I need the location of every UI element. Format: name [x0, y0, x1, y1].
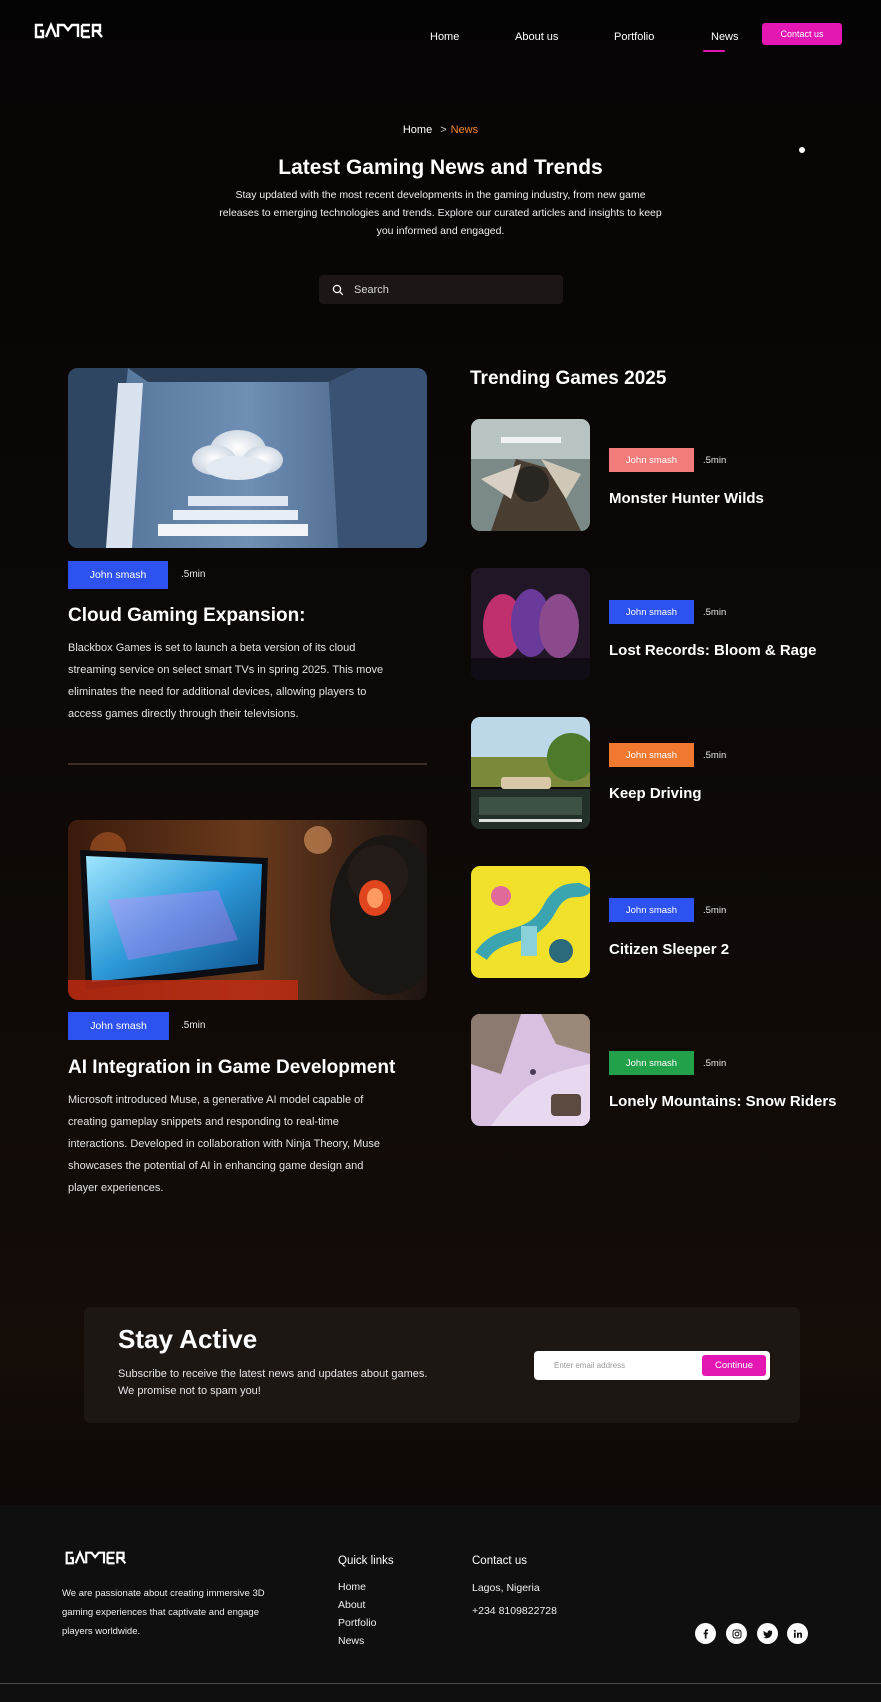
search-input[interactable] [354, 275, 554, 304]
author-badge[interactable]: John smash [609, 1051, 694, 1075]
trending-game-name[interactable]: Monster Hunter Wilds [609, 490, 764, 507]
newsletter-description: Subscribe to receive the latest news and… [118, 1366, 478, 1400]
facebook-icon[interactable] [695, 1623, 716, 1644]
trending-game-name[interactable]: Keep Driving [609, 785, 702, 802]
newsletter-line-1: Subscribe to receive the latest news and… [118, 1368, 428, 1380]
keep-driving-thumbnail[interactable] [471, 717, 590, 829]
decorative-dot [799, 147, 805, 153]
lost-records-thumbnail[interactable] [471, 568, 590, 680]
nav-portfolio[interactable]: Portfolio [614, 31, 654, 43]
read-time: .5min [703, 455, 727, 466]
contact-location: Lagos, Nigeria [472, 1582, 540, 1594]
active-nav-indicator [703, 50, 725, 52]
footer-link-news[interactable]: News [338, 1635, 364, 1647]
page-description: Stay updated with the most recent develo… [219, 189, 662, 237]
linkedin-icon[interactable] [787, 1623, 808, 1644]
trending-title: Trending Games 2025 [470, 368, 667, 389]
continue-button[interactable]: Continue [702, 1355, 766, 1376]
monster-hunter-thumbnail[interactable] [471, 419, 590, 531]
read-time: .5min [703, 607, 727, 618]
search-icon [332, 284, 344, 296]
read-time: .5min [703, 750, 727, 761]
read-time: .5min [703, 1058, 727, 1069]
citizen-sleeper-thumbnail[interactable] [471, 866, 590, 978]
twitter-icon[interactable] [757, 1623, 778, 1644]
newsletter-form: Continue [534, 1351, 770, 1380]
article-body: Microsoft introduced Muse, a generative … [68, 1094, 381, 1194]
footer-about: We are passionate about creating immersi… [62, 1588, 265, 1637]
search-bar[interactable] [319, 275, 563, 304]
contact-phone[interactable]: +234 8109822728 [472, 1605, 557, 1617]
lonely-mountains-thumbnail[interactable] [471, 1014, 590, 1126]
trending-game-name[interactable]: Lost Records: Bloom & Rage [609, 642, 817, 659]
read-time: .5min [181, 569, 206, 580]
contact-us-button[interactable]: Contact us [762, 23, 842, 45]
ai-gaming-image[interactable] [68, 820, 427, 1000]
footer-link-home[interactable]: Home [338, 1581, 366, 1593]
footer-bottom-line [0, 1683, 881, 1684]
trending-game-name[interactable]: Citizen Sleeper 2 [609, 941, 729, 958]
author-badge[interactable]: John smash [68, 1012, 169, 1040]
cloud-gaming-image[interactable] [68, 368, 427, 548]
article-body: Blackbox Games is set to launch a beta v… [68, 642, 384, 720]
breadcrumb: Home > News [0, 124, 881, 136]
newsletter-title: Stay Active [118, 1324, 258, 1354]
footer-link-about[interactable]: About [338, 1599, 365, 1611]
page: Home About us Portfolio News Contact us … [0, 0, 881, 1702]
nav-about-us[interactable]: About us [515, 31, 558, 43]
article-title[interactable]: Cloud Gaming Expansion: [68, 605, 306, 627]
author-badge[interactable]: John smash [609, 600, 694, 624]
author-badge[interactable]: John smash [68, 561, 168, 589]
contact-title: Contact us [472, 1555, 527, 1567]
author-badge[interactable]: John smash [609, 448, 694, 472]
email-field[interactable] [554, 1351, 694, 1380]
newsletter-line-2: We promise not to spam you! [118, 1385, 261, 1397]
quick-links-title: Quick links [338, 1555, 394, 1567]
article-title[interactable]: AI Integration in Game Development [68, 1057, 395, 1079]
instagram-icon[interactable] [726, 1623, 747, 1644]
nav-home[interactable]: Home [430, 31, 459, 43]
breadcrumb-separator: > [440, 124, 447, 136]
footer-link-portfolio[interactable]: Portfolio [338, 1617, 377, 1629]
read-time: .5min [703, 905, 727, 916]
breadcrumb-current: News [450, 124, 479, 136]
trending-game-name[interactable]: Lonely Mountains: Snow Riders [609, 1093, 837, 1110]
read-time: .5min [181, 1020, 206, 1031]
nav-news[interactable]: News [711, 31, 739, 43]
page-title: Latest Gaming News and Trends [278, 156, 603, 179]
author-badge[interactable]: John smash [609, 898, 694, 922]
breadcrumb-home[interactable]: Home [403, 124, 432, 136]
gamer-logo[interactable] [34, 22, 104, 40]
footer-logo[interactable] [62, 1550, 130, 1566]
author-badge[interactable]: John smash [609, 743, 694, 767]
article-divider [68, 763, 427, 765]
